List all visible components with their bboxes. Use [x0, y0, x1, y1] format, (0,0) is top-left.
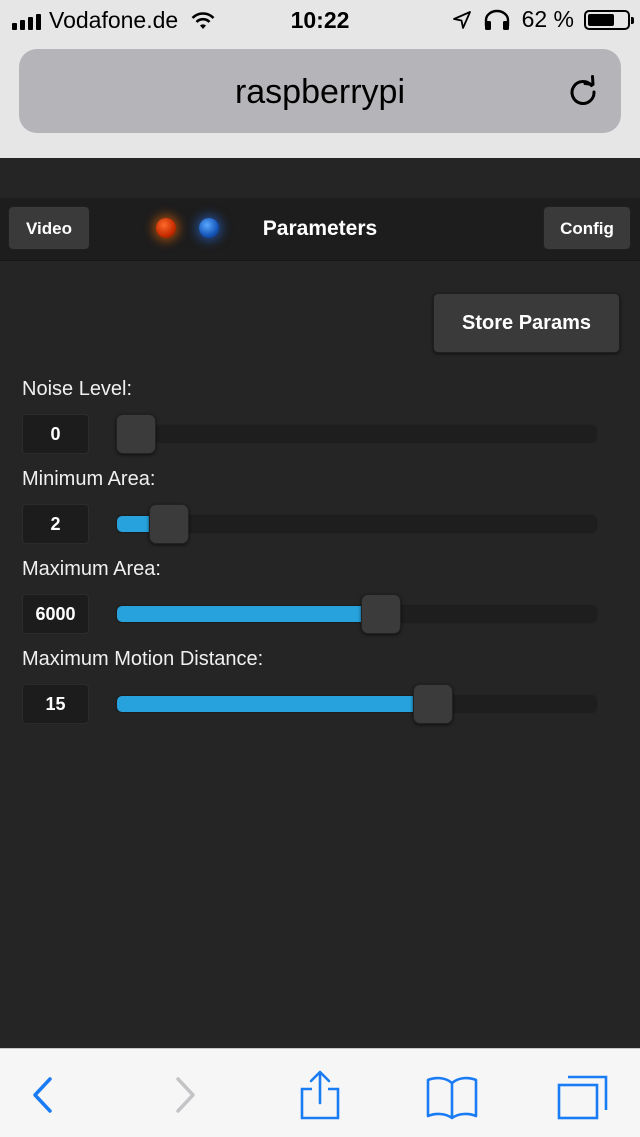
parameter-label: Maximum Area:	[22, 558, 161, 580]
parameter-slider[interactable]	[115, 504, 598, 544]
parameter-slider[interactable]	[115, 684, 598, 724]
battery-percent: 62 %	[521, 6, 574, 32]
url-text: raspberrypi	[234, 73, 406, 111]
parameter-slider[interactable]	[115, 414, 598, 454]
slider-thumb[interactable]	[149, 504, 189, 544]
parameter-value-field[interactable]: 0	[22, 414, 89, 454]
slider-fill	[117, 696, 433, 712]
parameter-value-field[interactable]: 15	[22, 684, 89, 724]
location-arrow-icon	[452, 10, 471, 29]
battery-level	[588, 13, 615, 26]
share-icon[interactable]	[290, 1069, 350, 1121]
tabs-icon[interactable]	[552, 1069, 612, 1121]
browser-nav-bar: raspberrypi	[0, 40, 640, 158]
back-icon[interactable]	[16, 1069, 76, 1121]
slider-thumb[interactable]	[116, 414, 156, 454]
address-bar[interactable]: raspberrypi	[19, 49, 621, 133]
config-button[interactable]: Config	[543, 206, 631, 250]
parameter-label: Noise Level:	[22, 378, 133, 400]
browser-toolbar	[0, 1048, 640, 1137]
parameter-label: Minimum Area:	[22, 468, 156, 490]
parameter-value-field[interactable]: 2	[22, 504, 89, 544]
store-params-button[interactable]: Store Params	[433, 293, 620, 353]
slider-thumb[interactable]	[413, 684, 453, 724]
headphones-icon	[484, 9, 509, 30]
page-header: Video Parameters Config	[0, 198, 640, 261]
status-bar: Vodafone.de 10:22 62 %	[0, 0, 640, 40]
status-right: 62 %	[452, 6, 634, 33]
forward-icon[interactable]	[154, 1069, 214, 1121]
slider-thumb[interactable]	[361, 594, 401, 634]
parameter-label: Maximum Motion Distance:	[22, 648, 264, 670]
web-page: Video Parameters Config Store Params Noi…	[0, 158, 640, 1048]
parameter-slider[interactable]	[115, 594, 598, 634]
battery-icon	[584, 9, 634, 30]
slider-fill	[117, 606, 381, 622]
bookmarks-icon[interactable]	[422, 1069, 482, 1121]
reload-icon[interactable]	[565, 73, 601, 109]
parameter-value-field[interactable]: 6000	[22, 594, 89, 634]
